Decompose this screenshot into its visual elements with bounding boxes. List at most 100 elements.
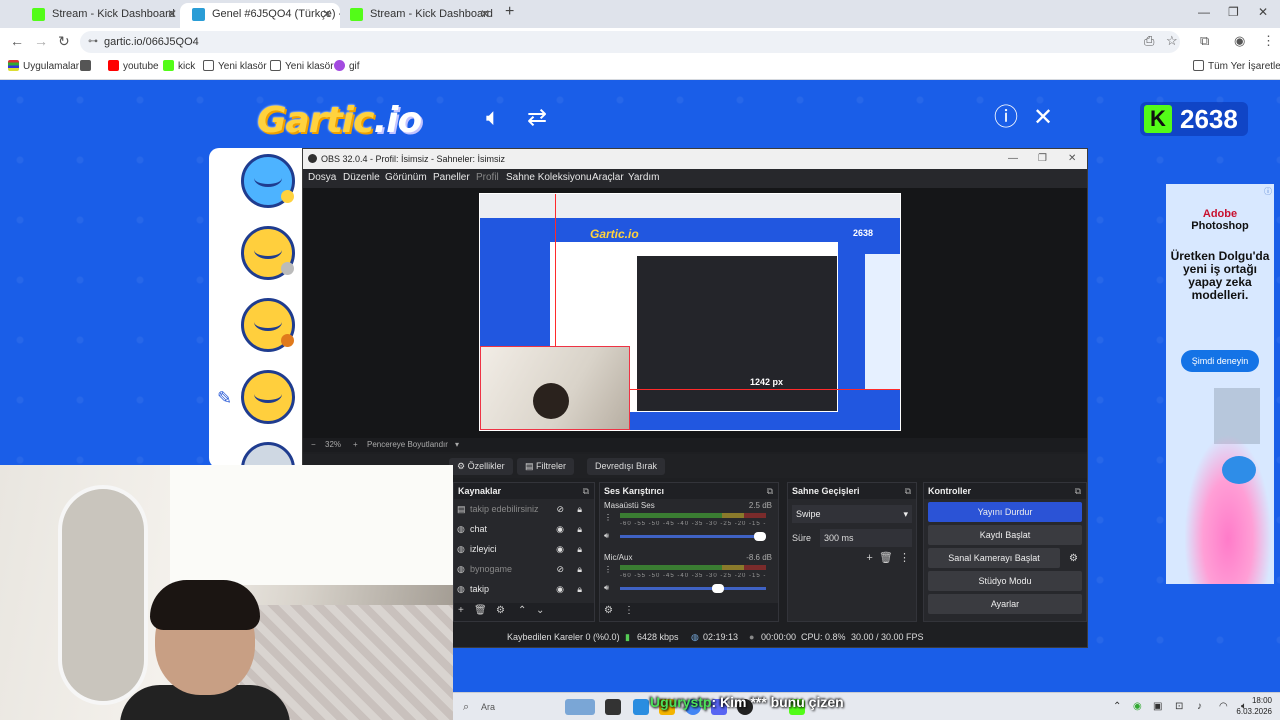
- deactivate-button[interactable]: Devredışı Bırak: [587, 458, 666, 475]
- minimize-icon[interactable]: —: [1008, 149, 1018, 169]
- hidden-eye-icon[interactable]: ⊘: [556, 559, 564, 579]
- player-avatar[interactable]: [241, 370, 295, 424]
- tray-icon[interactable]: ▣: [1153, 701, 1162, 712]
- studio-mode-button[interactable]: Stüdyo Modu: [928, 571, 1082, 591]
- kebab-icon[interactable]: ⋮: [899, 552, 910, 564]
- bookmark-kick[interactable]: kick: [163, 60, 195, 72]
- trash-icon[interactable]: 🗑︎: [879, 552, 893, 564]
- move-down-icon[interactable]: ⌄: [536, 605, 544, 616]
- player-avatar[interactable]: [241, 298, 295, 352]
- add-source-icon[interactable]: +: [458, 605, 464, 616]
- chevron-down-icon[interactable]: ▾: [455, 440, 459, 449]
- source-item[interactable]: ◍ takip ◉ 🔒︎: [454, 579, 594, 599]
- player-avatar[interactable]: [241, 154, 295, 208]
- exit-icon[interactable]: ✕: [1033, 106, 1053, 130]
- lock-icon[interactable]: 🔒︎: [577, 559, 582, 579]
- eye-icon[interactable]: ◉: [556, 539, 564, 559]
- bookmark-youtube[interactable]: youtube: [108, 60, 159, 72]
- volume-slider[interactable]: [620, 532, 766, 541]
- extensions-icon[interactable]: ⧉: [1200, 33, 1209, 49]
- speaker-icon[interactable]: 🔊︎: [604, 531, 609, 541]
- menu-paneller[interactable]: Paneller: [433, 172, 470, 183]
- all-bookmarks[interactable]: Tüm Yer İşaretleri: [1193, 60, 1280, 72]
- close-tab-icon[interactable]: ✕: [480, 3, 490, 26]
- edge-app-icon[interactable]: [633, 699, 649, 715]
- menu-yardim[interactable]: Yardım: [628, 172, 660, 183]
- lock-icon[interactable]: 🔒︎: [577, 499, 582, 519]
- fit-window-label[interactable]: Pencereye Boyutlandır: [367, 440, 448, 449]
- gear-icon[interactable]: ⚙: [604, 605, 613, 616]
- back-icon[interactable]: ←: [10, 33, 24, 49]
- speaker-icon[interactable]: 🔊︎: [604, 583, 609, 593]
- bookmark-gif[interactable]: gif: [334, 60, 360, 72]
- duration-input[interactable]: 300 ms: [820, 529, 912, 547]
- close-tab-icon[interactable]: ✕: [167, 3, 177, 26]
- tray-app-icon[interactable]: ◉: [1133, 701, 1142, 712]
- maximize-icon[interactable]: ❐: [1038, 149, 1047, 169]
- url-input[interactable]: ⊶ gartic.io/066J5QO4: [80, 31, 1180, 53]
- menu-profil[interactable]: Profil: [476, 172, 499, 183]
- close-window-icon[interactable]: ✕: [1068, 149, 1076, 169]
- undock-icon[interactable]: ⧉: [1075, 483, 1081, 499]
- install-app-icon[interactable]: ⎙: [1144, 33, 1154, 49]
- taskbar-search[interactable]: ⌕ Ara: [457, 697, 557, 717]
- tab-kick-dashboard-1[interactable]: Stream - Kick Dashboard ✕: [20, 3, 185, 28]
- source-item[interactable]: ◍ chat ◉ 🔒︎: [454, 519, 594, 539]
- tray-icon[interactable]: ⊡: [1175, 701, 1183, 712]
- minimize-icon[interactable]: —: [1198, 5, 1210, 19]
- webcam-source[interactable]: [480, 346, 630, 430]
- reload-icon[interactable]: ↻: [58, 33, 70, 50]
- mic-icon[interactable]: ♪: [1197, 701, 1202, 712]
- stop-stream-button[interactable]: Yayını Durdur: [928, 502, 1082, 522]
- lock-icon[interactable]: 🔒︎: [577, 539, 582, 559]
- ad-info-icon[interactable]: ⓘ: [1264, 186, 1272, 197]
- start-virtual-camera-button[interactable]: Sanal Kamerayı Başlat: [928, 548, 1060, 568]
- close-tab-icon[interactable]: ✕: [322, 3, 332, 26]
- scene-canvas[interactable]: Gartic.io 2638 698 px 1242 px: [479, 193, 901, 431]
- source-item[interactable]: ◍ bynogame ⊘ 🔒︎: [454, 559, 594, 579]
- gear-icon[interactable]: ⚙: [496, 605, 505, 616]
- add-icon[interactable]: +: [866, 552, 872, 564]
- settings-button[interactable]: Ayarlar: [928, 594, 1082, 614]
- channel-menu-icon[interactable]: ⋮: [604, 565, 612, 574]
- bookmark-folder-2[interactable]: Yeni klasör: [270, 60, 334, 72]
- slider-knob[interactable]: [712, 584, 724, 593]
- player-avatar[interactable]: [241, 226, 295, 280]
- maximize-icon[interactable]: ❐: [1228, 5, 1239, 19]
- source-item[interactable]: ▤ takip edebilirsiniz ⊘ 🔒︎: [454, 499, 594, 519]
- undock-icon[interactable]: ⧉: [767, 483, 773, 499]
- menu-araclar[interactable]: Araçlar: [592, 172, 624, 183]
- forward-icon[interactable]: →: [34, 33, 48, 49]
- tab-kick-dashboard-2[interactable]: Stream - Kick Dashboard ✕: [338, 3, 498, 28]
- sound-icon[interactable]: 🔈︎: [486, 106, 500, 130]
- filters-button[interactable]: ▤ Filtreler: [517, 458, 575, 475]
- wifi-icon[interactable]: ◠: [1219, 701, 1228, 712]
- taskbar-widget-icon[interactable]: [565, 699, 595, 715]
- site-info-icon[interactable]: ⊶: [88, 31, 98, 53]
- properties-button[interactable]: ⚙ Özellikler: [449, 458, 513, 475]
- task-view-icon[interactable]: [605, 699, 621, 715]
- menu-sahne-koleksiyonu[interactable]: Sahne Koleksiyonu: [506, 172, 592, 183]
- volume-slider[interactable]: [620, 584, 766, 593]
- source-item[interactable]: ◍ izleyici ◉ 🔒︎: [454, 539, 594, 559]
- menu-dosya[interactable]: Dosya: [308, 172, 336, 183]
- zoom-in-icon[interactable]: +: [353, 440, 358, 449]
- bookmark-folder-1[interactable]: Yeni klasör: [203, 60, 267, 72]
- hidden-eye-icon[interactable]: ⊘: [556, 499, 564, 519]
- tray-chevron-icon[interactable]: ⌃: [1113, 701, 1121, 712]
- move-up-icon[interactable]: ⌃: [518, 605, 526, 616]
- info-icon[interactable]: ⓘ: [994, 106, 1018, 130]
- profile-avatar-icon[interactable]: ◉: [1234, 33, 1245, 49]
- undock-icon[interactable]: ⧉: [583, 483, 589, 499]
- lock-icon[interactable]: 🔒︎: [577, 579, 582, 599]
- bookmark-star-icon[interactable]: ☆: [1166, 33, 1178, 49]
- photoshop-ad[interactable]: ⓘ Adobe Photoshop Üretken Dolgu'da yeni i…: [1166, 184, 1274, 584]
- lock-icon[interactable]: 🔒︎: [577, 519, 582, 539]
- kebab-icon[interactable]: ⋮: [624, 605, 634, 616]
- channel-menu-icon[interactable]: ⋮: [604, 513, 612, 522]
- tab-gartic[interactable]: Genel #6J5QO4 (Türkçe) - G ✕: [180, 3, 340, 28]
- trash-icon[interactable]: 🗑︎: [474, 605, 487, 616]
- menu-kebab-icon[interactable]: ⋮: [1262, 33, 1275, 49]
- undock-icon[interactable]: ⧉: [905, 483, 911, 499]
- ad-cta-button[interactable]: Şimdi deneyin: [1181, 350, 1259, 372]
